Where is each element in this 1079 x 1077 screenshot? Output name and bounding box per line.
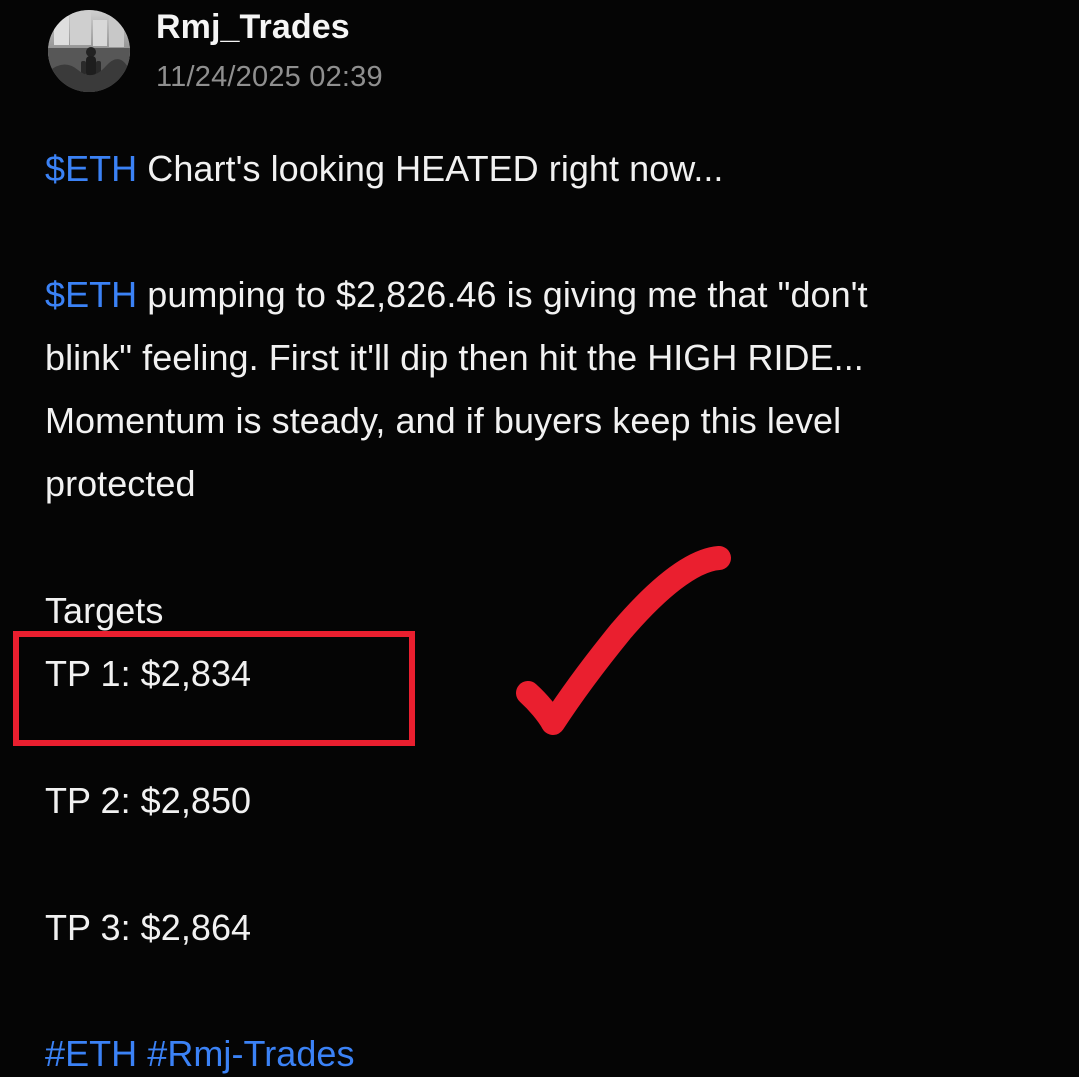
target-item-2: TP 2: $2,850 bbox=[45, 780, 252, 821]
profile-photo bbox=[48, 10, 130, 92]
post-timestamp: 11/24/2025 02:39 bbox=[156, 61, 383, 93]
targets-label: Targets bbox=[45, 590, 164, 631]
target-highlight-box bbox=[13, 631, 415, 746]
headline-text: Chart's looking HEATED right now... bbox=[137, 148, 724, 189]
target-item-3: TP 3: $2,864 bbox=[45, 907, 252, 948]
post-card: Rmj_Trades 11/24/2025 02:39 $ETH Chart's… bbox=[0, 0, 1079, 1077]
eth-ticker-link[interactable]: $ETH bbox=[45, 148, 137, 189]
eth-ticker-link[interactable]: $ETH bbox=[45, 274, 137, 315]
red-checkmark-icon bbox=[516, 546, 731, 735]
post-body-line-1: $ETH pumping to $2,826.46 is giving me t… bbox=[45, 274, 868, 316]
post-body-line-2: blink" feeling. First it'll dip then hit… bbox=[45, 337, 864, 378]
post-body-line-3: Momentum is steady, and if buyers keep t… bbox=[45, 400, 842, 441]
body-line-1-text: pumping to $2,826.46 is giving me that "… bbox=[137, 274, 868, 315]
post-body-line-4: protected bbox=[45, 463, 196, 504]
post-hashtags[interactable]: #ETH #Rmj-Trades bbox=[45, 1033, 355, 1075]
author-name[interactable]: Rmj_Trades bbox=[156, 8, 350, 47]
post-headline: $ETH Chart's looking HEATED right now... bbox=[45, 148, 723, 190]
avatar[interactable] bbox=[48, 10, 130, 92]
